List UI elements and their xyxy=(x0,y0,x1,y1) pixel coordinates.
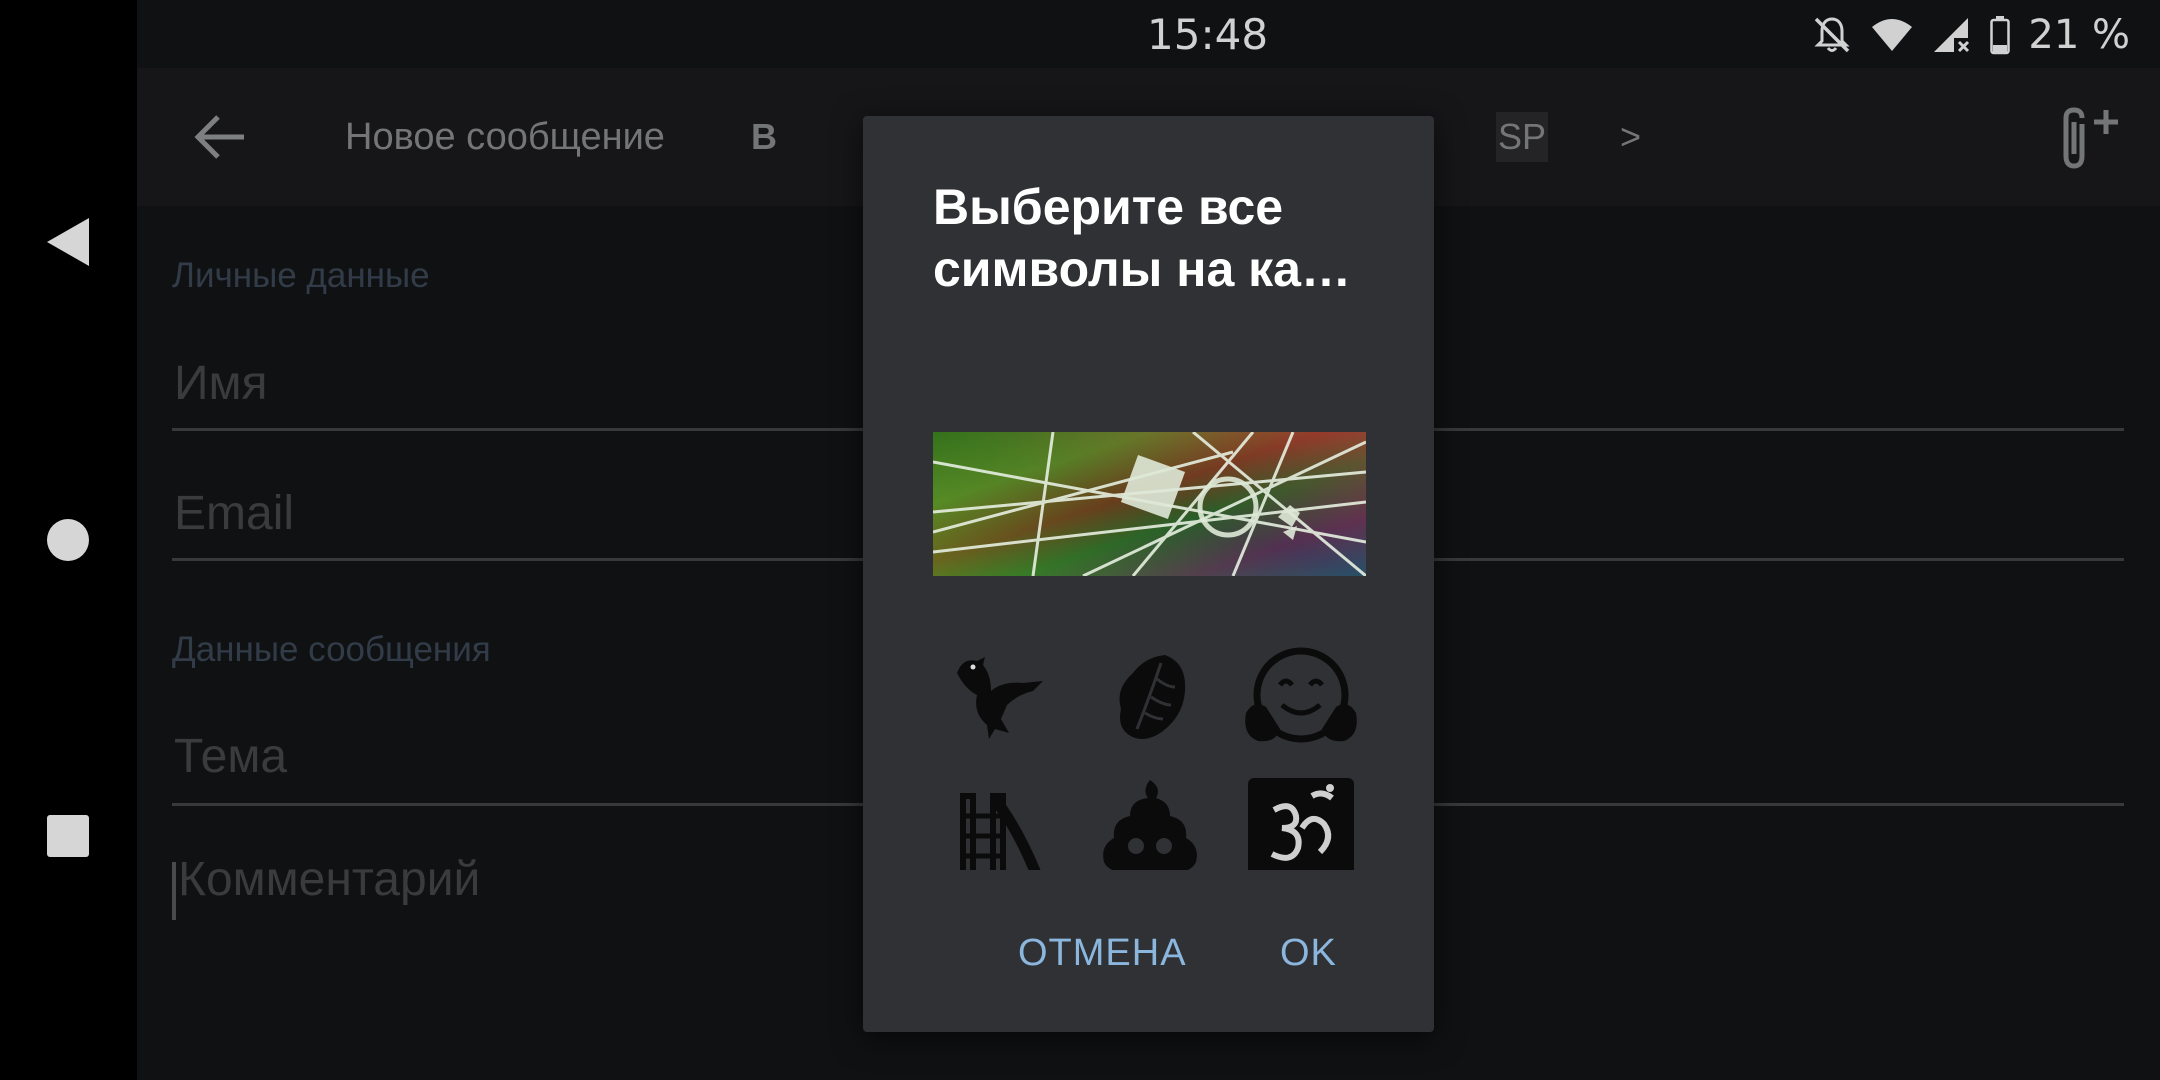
eagle-icon xyxy=(957,657,1043,739)
nav-recents-button[interactable] xyxy=(30,798,106,874)
hugging-face-icon xyxy=(1245,647,1357,743)
captcha-image xyxy=(933,432,1366,576)
home-circle-icon xyxy=(47,519,89,561)
system-nav-bar xyxy=(0,0,137,1080)
choice-poop[interactable] xyxy=(1085,766,1215,870)
slide-icon xyxy=(960,793,1041,870)
captcha-choices xyxy=(933,638,1366,870)
poop-icon xyxy=(1103,780,1197,870)
choice-om-symbol[interactable] xyxy=(1236,766,1366,870)
cancel-button[interactable]: ОТМЕНА xyxy=(1018,932,1187,975)
ok-button[interactable]: OK xyxy=(1280,932,1337,975)
choice-eagle[interactable] xyxy=(933,638,1063,758)
nav-back-button[interactable] xyxy=(30,204,106,280)
dialog-title: Выберите все символы на ка… xyxy=(933,179,1351,297)
nav-home-button[interactable] xyxy=(30,502,106,578)
choice-lettuce[interactable] xyxy=(1085,638,1215,758)
captcha-dialog: Выберите все символы на ка… ОТМЕНА OK xyxy=(863,116,1434,1032)
om-symbol-icon xyxy=(1248,778,1354,870)
choice-hugging-face[interactable] xyxy=(1236,638,1366,758)
lettuce-icon xyxy=(1119,655,1186,739)
choice-slide[interactable] xyxy=(933,766,1063,870)
recents-square-icon xyxy=(47,815,89,857)
back-triangle-icon xyxy=(47,218,89,266)
